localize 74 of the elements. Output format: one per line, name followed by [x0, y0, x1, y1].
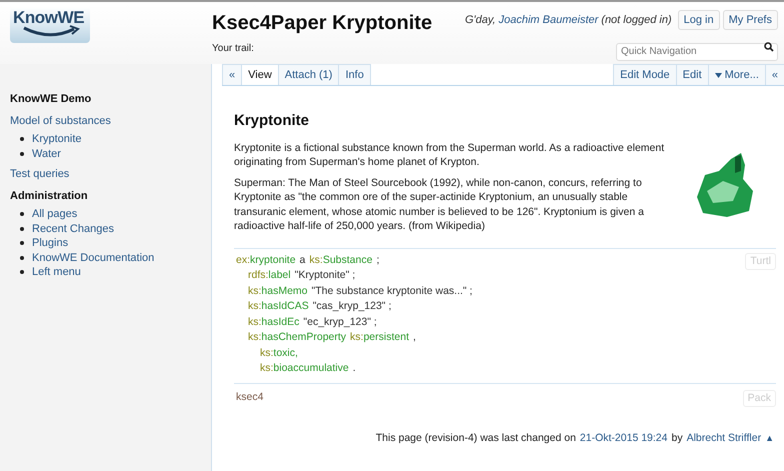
sidebar-link[interactable]: Left menu [32, 265, 81, 280]
term-name: Substance [322, 252, 372, 268]
namespace-prefix: ks: [248, 314, 262, 330]
article-paragraph: Superman: The Man of Steel Sourcebook (1992), while non-canon, concurs, referring to Kryptonite as "the common ore of the super-actinide Kryptonium, an unusually stable transuranic element, whose atomic number is believed to be 126". Kryptonium is given a radioactive half-life of 250,000 years. (from Wikipedia) [234, 176, 645, 234]
action-tab[interactable]: Edit [676, 64, 708, 85]
term-name: hasMemo [261, 284, 308, 298]
action-tab[interactable]: « [764, 64, 784, 85]
action-tab[interactable]: Edit Mode [613, 64, 676, 85]
date-link[interactable]: 21-Okt-2015 19:24 [580, 431, 668, 447]
term-name: hasChemProperty [261, 330, 346, 345]
logo[interactable]: KnowWE [10, 7, 90, 43]
article-paragraph: Kryptonite is a fictional substance known from the Superman world. As a radioactive element originating from Superman's home planet of Krypton. [234, 140, 666, 170]
term-name: hasIdEc [261, 314, 300, 330]
bullet-icon [20, 270, 24, 274]
namespace-prefix: ks: [248, 330, 262, 345]
search-field[interactable]: Quick Navigation [616, 42, 778, 60]
code-text: "cas_kryp_123" ; [312, 299, 392, 314]
term-name: hasIdCAS [261, 299, 309, 314]
namespace-prefix: ks: [248, 284, 262, 298]
sidebar-link[interactable]: Kryptonite [32, 132, 82, 146]
sidebar-link[interactable]: All pages [32, 207, 78, 222]
term-name: persistent [363, 330, 409, 345]
namespace-prefix: ex: [236, 252, 250, 268]
sidebar-link[interactable]: Model of substances [10, 112, 211, 130]
sidebar-link[interactable]: Recent Changes [32, 222, 114, 236]
search-icon [764, 42, 774, 52]
page-title: Ksec4Paper Kryptonite [212, 11, 432, 36]
term-name: label [268, 268, 291, 283]
term-name: kryptonite [250, 252, 296, 268]
sidebar-link[interactable]: Test queries [10, 165, 211, 183]
bullet-icon [20, 226, 24, 231]
namespace-prefix: ks: [260, 346, 274, 360]
sidebar-link[interactable]: Plugins [32, 236, 68, 250]
action-tab[interactable]: More... [708, 64, 765, 85]
login-status: (not logged in) [601, 12, 672, 28]
author-link[interactable]: Albrecht Striffler [686, 431, 762, 447]
package-name: ksec4 [235, 390, 264, 404]
bullet-icon [20, 137, 24, 142]
bullet-icon [20, 241, 24, 246]
trail-label: Your trail: [212, 42, 254, 56]
article-title: Kryptonite [234, 111, 310, 131]
user-link[interactable]: Joachim Baumeister [498, 12, 598, 28]
namespace-prefix: ks: [260, 361, 274, 376]
footer-text: by [671, 431, 683, 446]
code-text: a [300, 252, 306, 268]
code-text: ; [376, 252, 380, 268]
tab[interactable]: Attach (1) [278, 64, 338, 85]
bullet-icon [20, 152, 24, 156]
header-button[interactable]: My Prefs [722, 10, 778, 30]
namespace-prefix: ks: [309, 252, 323, 268]
code-text: "ec_kryp_123" ; [303, 314, 377, 330]
header-button[interactable]: Log in [678, 10, 720, 30]
footer-text: This page (revision-4) was last changed on [376, 431, 576, 446]
greeting: G'day, [464, 12, 496, 28]
namespace-prefix: rdfs: [248, 268, 268, 283]
code-text: "The substance kryptonite was..." ; [312, 284, 472, 298]
term-name: bioaccumulative [273, 361, 349, 376]
caret-icon [714, 72, 722, 78]
bullet-icon [20, 256, 24, 260]
term-name: toxic, [273, 346, 298, 360]
tab[interactable]: Info [338, 64, 371, 85]
namespace-prefix: ks: [248, 299, 262, 314]
sidebar-link[interactable]: KnowWE Documentation [32, 250, 154, 265]
bullet-icon [20, 212, 24, 216]
namespace-prefix: ks: [350, 330, 364, 345]
tab[interactable]: View [241, 64, 278, 85]
tab[interactable]: « [222, 64, 242, 85]
sidebar-heading: Administration [10, 189, 89, 204]
code-text: "Kryptonite" ; [294, 268, 356, 283]
sidebar-link[interactable]: Water [32, 146, 61, 161]
sidebar-heading: KnowWE Demo [10, 92, 92, 107]
code-text: . [352, 361, 356, 376]
code-text: , [413, 330, 416, 345]
top-link[interactable]: ▲ [765, 432, 774, 446]
